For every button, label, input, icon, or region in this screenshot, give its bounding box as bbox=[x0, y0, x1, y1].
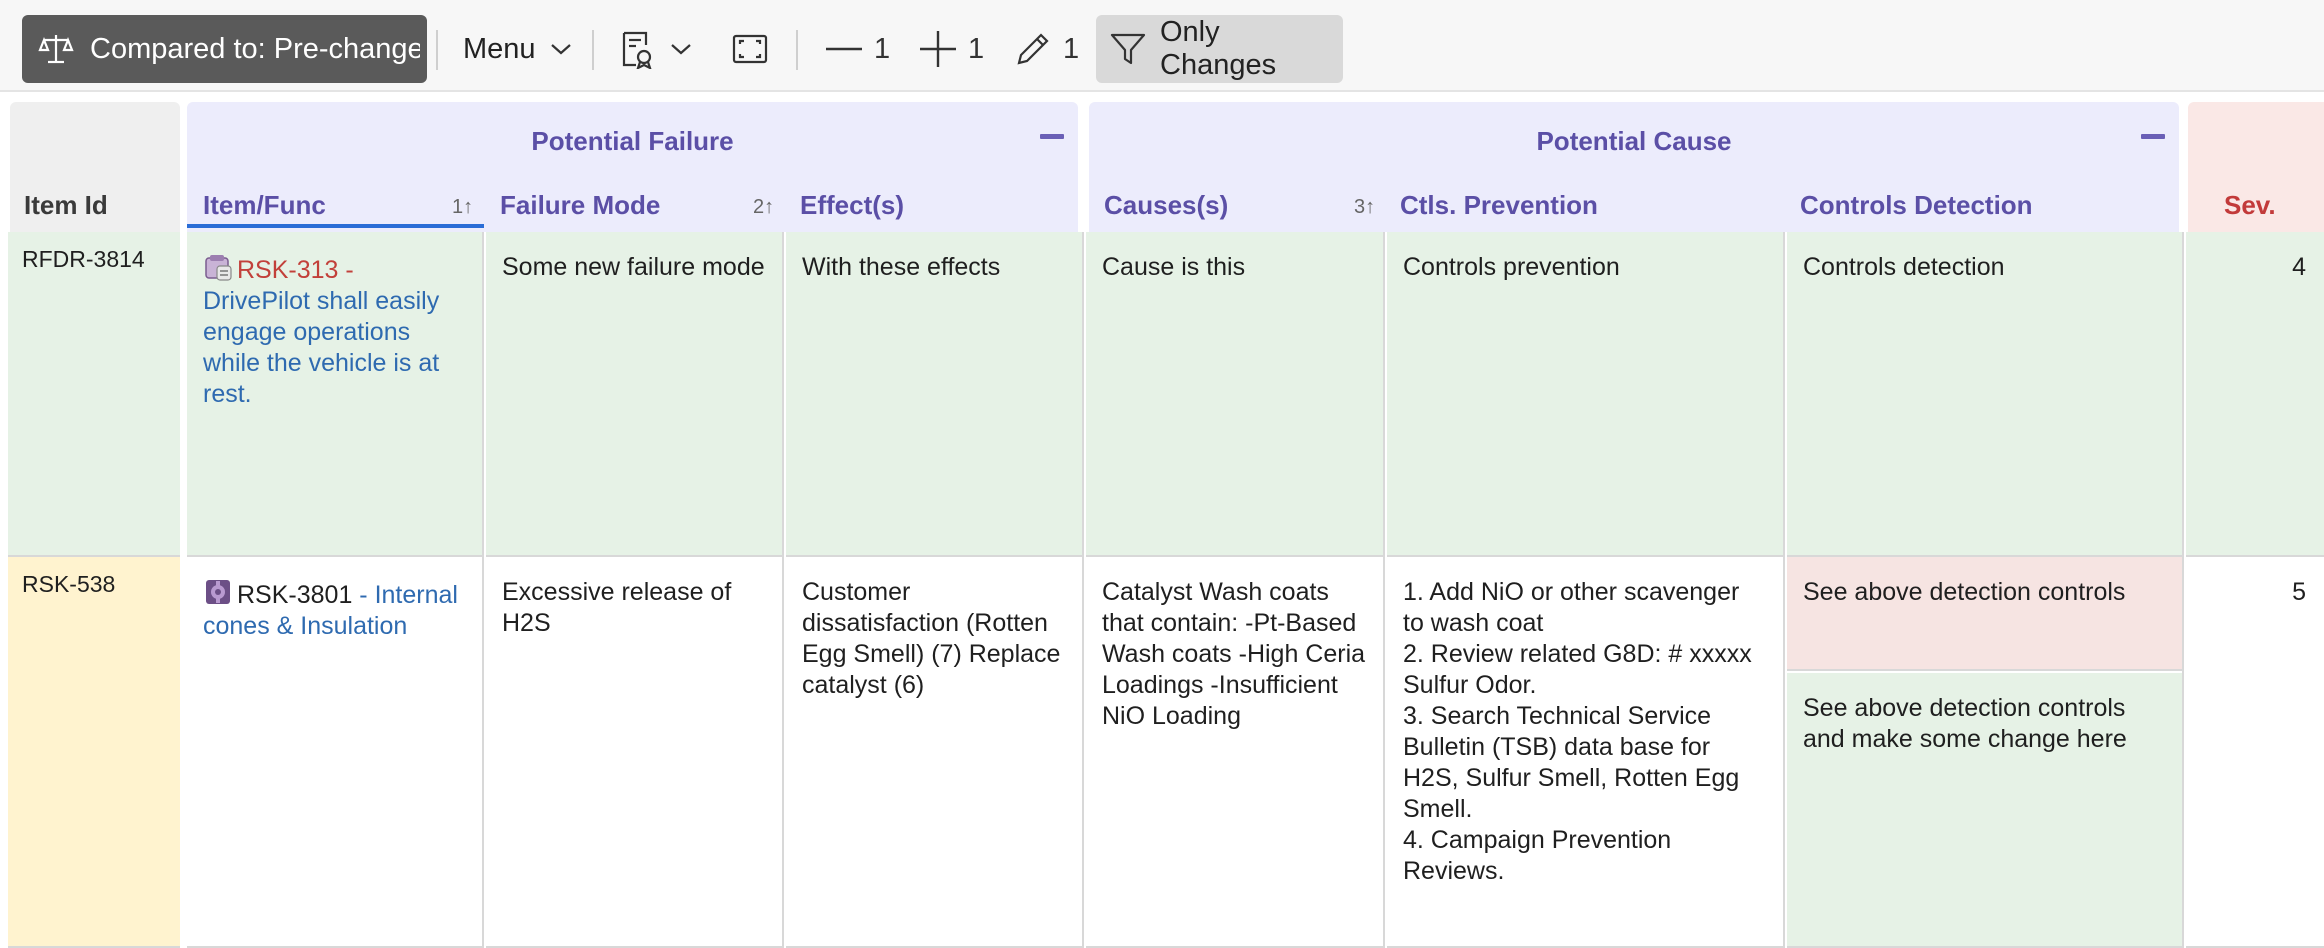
deleted-filter-button[interactable]: 1 bbox=[826, 15, 890, 83]
collapse-icon[interactable] bbox=[1040, 134, 1064, 139]
plus-icon bbox=[920, 31, 956, 67]
column-header-item-id: Item Id bbox=[24, 190, 108, 220]
prevention-line: 1. Add NiO or other scavenger to wash co… bbox=[1403, 578, 1740, 637]
item-id-cell[interactable]: RFDR-3814 bbox=[8, 232, 180, 557]
prevention-cell[interactable]: 1. Add NiO or other scavenger to wash co… bbox=[1387, 557, 1785, 948]
group-title-potential-failure: Potential Failure bbox=[531, 126, 734, 156]
severity-cell[interactable]: 4 bbox=[2186, 232, 2324, 557]
column-header-item-func[interactable]: Item/Func bbox=[203, 190, 326, 221]
causes-cell[interactable]: Cause is this bbox=[1086, 232, 1385, 557]
chevron-down-icon bbox=[550, 42, 572, 56]
group-header-potential-cause: Potential Cause Causes(s) 3↑ Ctls. Preve… bbox=[1089, 102, 2179, 232]
active-column-indicator bbox=[187, 224, 484, 228]
failure-mode-cell[interactable]: Some new failure mode bbox=[486, 232, 784, 557]
deleted-count: 1 bbox=[874, 32, 891, 65]
effects-cell[interactable]: Customer dissatisfaction (Rotten Egg Sme… bbox=[786, 557, 1084, 948]
column-header-failure-mode[interactable]: Failure Mode bbox=[500, 190, 660, 221]
pencil-icon bbox=[1015, 31, 1051, 67]
minus-icon bbox=[826, 46, 862, 52]
menu-button[interactable]: Menu bbox=[463, 15, 572, 83]
compare-button[interactable]: Compared to: Pre-changes bbox=[22, 15, 427, 83]
report-icon bbox=[620, 29, 656, 69]
toolbar-divider bbox=[796, 30, 798, 70]
edited-filter-button[interactable]: 1 bbox=[1015, 15, 1079, 83]
toolbar: Compared to: Pre-changes Menu 1 1 1 Only… bbox=[0, 0, 2324, 92]
scale-icon bbox=[38, 31, 74, 67]
detection-old-value: See above detection controls bbox=[1787, 557, 2182, 671]
item-text-link[interactable]: DrivePilot shall easily engage operation… bbox=[203, 287, 439, 408]
collapse-icon[interactable] bbox=[2141, 134, 2165, 139]
item-id-cell[interactable]: RSK-538 bbox=[8, 557, 180, 948]
severity-cell[interactable]: 5 bbox=[2186, 557, 2324, 948]
prevention-line: 2. Review related G8D: # xxxxx Sulfur Od… bbox=[1403, 640, 1752, 699]
detection-cell[interactable]: See above detection controls See above d… bbox=[1787, 557, 2184, 948]
risk-item-icon bbox=[203, 577, 233, 607]
group-title-potential-cause: Potential Cause bbox=[1536, 126, 1732, 156]
added-count: 1 bbox=[968, 32, 985, 65]
report-button[interactable] bbox=[620, 15, 692, 83]
edited-count: 1 bbox=[1063, 32, 1080, 65]
item-key-link[interactable]: RSK-313 bbox=[237, 256, 338, 284]
table-row[interactable]: RSK-538 RSK-3801 - Internal cones & Insu… bbox=[0, 557, 2324, 948]
failure-mode-cell[interactable]: Excessive release of H2S bbox=[486, 557, 784, 948]
chevron-down-icon bbox=[670, 42, 692, 56]
group-header-potential-failure: Potential Failure Item/Func 1↑ Failure M… bbox=[187, 102, 1078, 232]
toolbar-divider bbox=[592, 30, 594, 70]
filter-icon bbox=[1110, 31, 1146, 67]
header-severity[interactable]: Sev. bbox=[2188, 102, 2324, 232]
column-header-sev: Sev. bbox=[2224, 190, 2276, 220]
item-func-cell[interactable]: RSK-313 - DrivePilot shall easily engage… bbox=[187, 232, 484, 557]
prevention-line: 3. Search Technical Service Bulletin (TS… bbox=[1403, 702, 1740, 823]
added-filter-button[interactable]: 1 bbox=[920, 15, 984, 83]
causes-cell[interactable]: Catalyst Wash coats that contain: -Pt-Ba… bbox=[1086, 557, 1385, 948]
column-header-effects[interactable]: Effect(s) bbox=[800, 190, 904, 221]
risk-item-icon bbox=[203, 252, 233, 282]
item-key-link[interactable]: RSK-3801 bbox=[237, 581, 352, 609]
prevention-cell[interactable]: Controls prevention bbox=[1387, 232, 1785, 557]
fmea-grid: Item Id Potential Failure Item/Func 1↑ F… bbox=[0, 92, 2324, 948]
toolbar-divider bbox=[436, 30, 438, 70]
table-row[interactable]: RFDR-3814 RSK-313 - DrivePilot shall eas… bbox=[0, 232, 2324, 557]
column-header-detection[interactable]: Controls Detection bbox=[1800, 190, 2033, 221]
sort-indicator: 3↑ bbox=[1354, 196, 1376, 218]
detection-new-value: See above detection controls and make so… bbox=[1787, 673, 2182, 946]
effects-cell[interactable]: With these effects bbox=[786, 232, 1084, 557]
only-changes-label: Only Changes bbox=[1160, 16, 1277, 81]
header-item-id[interactable]: Item Id bbox=[10, 102, 180, 232]
item-func-cell[interactable]: RSK-3801 - Internal cones & Insulation bbox=[187, 557, 484, 948]
menu-label: Menu bbox=[463, 32, 536, 65]
compare-label: Compared to: Pre-changes bbox=[90, 32, 420, 65]
fit-screen-icon bbox=[732, 34, 768, 64]
sort-indicator: 2↑ bbox=[753, 196, 775, 218]
column-header-prevention[interactable]: Ctls. Prevention bbox=[1400, 190, 1598, 221]
prevention-line: 4. Campaign Prevention Reviews. bbox=[1403, 826, 1672, 885]
fit-screen-button[interactable] bbox=[732, 15, 768, 83]
column-header-causes[interactable]: Causes(s) bbox=[1104, 190, 1228, 221]
detection-cell[interactable]: Controls detection bbox=[1787, 232, 2184, 557]
only-changes-button[interactable]: Only Changes bbox=[1096, 15, 1343, 83]
sort-indicator: 1↑ bbox=[452, 196, 474, 218]
